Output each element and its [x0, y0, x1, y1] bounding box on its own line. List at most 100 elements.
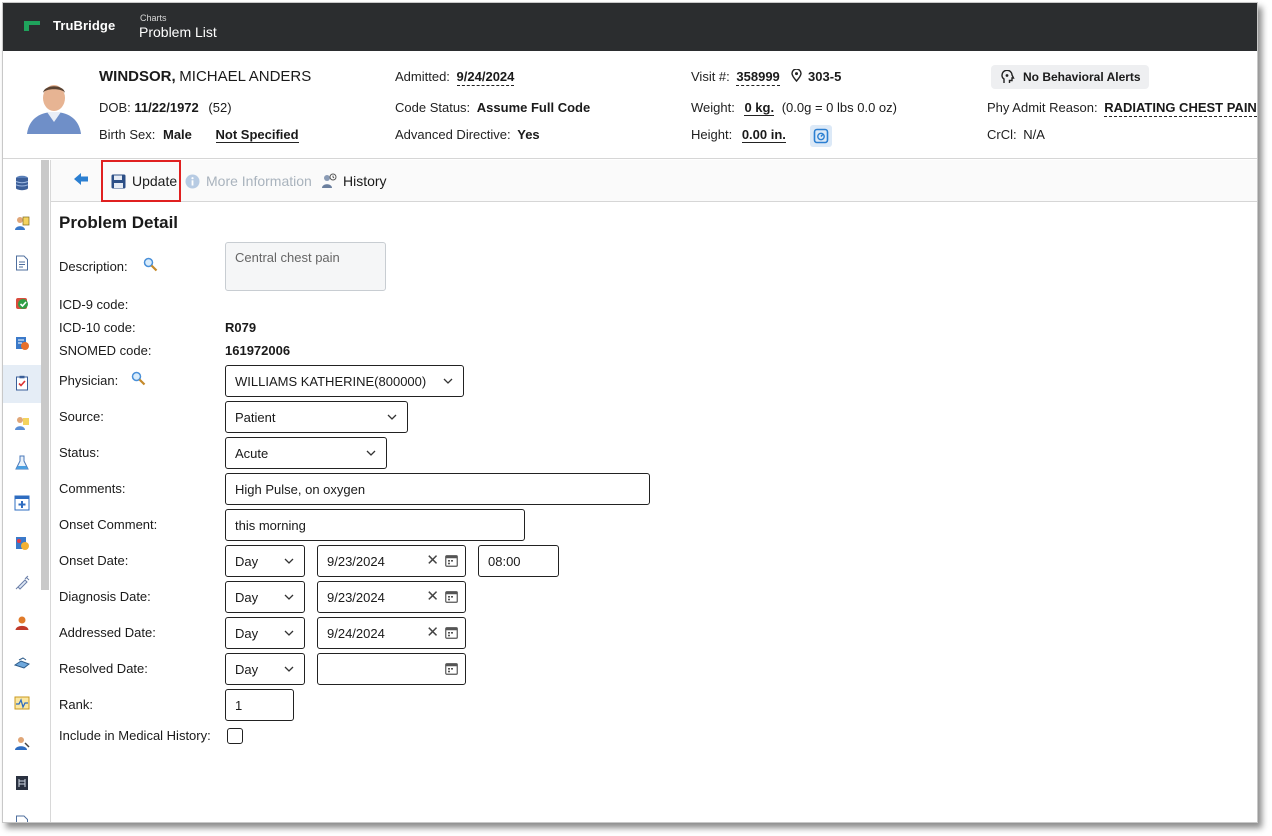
- source-select[interactable]: Patient: [225, 401, 408, 433]
- onset-date-label: Onset Date:: [59, 553, 129, 568]
- source-label: Source:: [59, 409, 104, 424]
- description-search-icon[interactable]: [143, 257, 158, 272]
- flask-icon: [15, 455, 29, 474]
- code-status-value: Assume Full Code: [476, 100, 591, 115]
- patient-person-icon: [14, 615, 30, 634]
- sidebar-item-database[interactable]: [3, 165, 41, 203]
- sidebar-item-documents[interactable]: [3, 245, 41, 283]
- sidebar-item-medications[interactable]: [3, 525, 41, 563]
- resolved-precision-select[interactable]: Day: [225, 653, 305, 685]
- admit-reason-label: Phy Admit Reason:: [987, 100, 1098, 115]
- room-value: 303-5: [808, 69, 842, 84]
- onset-comment-input[interactable]: this morning: [225, 509, 525, 541]
- clear-date-icon[interactable]: ✕: [426, 625, 439, 641]
- patient-last-name: WINDSOR,: [99, 68, 176, 85]
- gender-identity-link[interactable]: Not Specified: [215, 127, 299, 143]
- sidebar-item-verified[interactable]: [3, 285, 41, 323]
- sidebar-item-more[interactable]: [3, 805, 41, 822]
- dob-field: DOB: 11/22/1972 (52): [99, 100, 232, 115]
- clipboard-check-icon: [15, 375, 29, 394]
- breadcrumb-parent[interactable]: Charts: [140, 13, 167, 23]
- sidebar-item-providers[interactable]: [3, 205, 41, 243]
- chevron-down-icon: [366, 450, 376, 456]
- resolved-date-label: Resolved Date:: [59, 661, 148, 676]
- back-button[interactable]: [73, 172, 89, 186]
- addressed-date-label: Addressed Date:: [59, 625, 156, 640]
- visit-value[interactable]: 358999: [736, 69, 780, 86]
- admitted-field: Admitted: 9/24/2024: [395, 69, 515, 86]
- info-icon: [185, 174, 200, 189]
- dob-value: 11/22/1972: [134, 100, 199, 115]
- admit-reason-field: Phy Admit Reason: RADIATING CHEST PAIN: [987, 100, 1257, 117]
- weight-scale-button[interactable]: [810, 125, 832, 147]
- sidebar-item-problem-list[interactable]: [3, 365, 41, 403]
- weight-value[interactable]: 0 kg.: [744, 100, 775, 116]
- more-information-label: More Information: [206, 173, 312, 189]
- sidebar-scrollbar[interactable]: [41, 160, 49, 590]
- history-icon: [321, 173, 337, 189]
- brand-name: TruBridge: [53, 18, 116, 33]
- onset-time-input[interactable]: 08:00: [478, 545, 559, 577]
- onset-precision-select[interactable]: Day: [225, 545, 305, 577]
- patient-banner: WINDSOR, MICHAEL ANDERS DOB: 11/22/1972 …: [3, 51, 1257, 159]
- patient-name: WINDSOR, MICHAEL ANDERS: [99, 68, 311, 85]
- sidebar-item-injections[interactable]: [3, 565, 41, 603]
- visit-label: Visit #:: [691, 69, 730, 84]
- page-icon: [15, 815, 29, 822]
- app-window: TruBridge Charts Problem List WINDSOR, M…: [2, 2, 1258, 823]
- description-field[interactable]: Central chest pain: [225, 242, 386, 291]
- addressed-date-value: 9/24/2024: [327, 625, 385, 641]
- weight-detail: (0.0g = 0 lbs 0.0 oz): [781, 100, 897, 115]
- sidebar-item-vitals[interactable]: [3, 485, 41, 523]
- addressed-date-input[interactable]: 9/24/2024 ✕: [317, 617, 466, 649]
- clear-date-icon[interactable]: ✕: [426, 553, 439, 569]
- comments-input[interactable]: High Pulse, on oxygen: [225, 473, 650, 505]
- heart-monitor-icon: [14, 695, 30, 714]
- history-button[interactable]: History: [321, 160, 387, 202]
- calendar-icon[interactable]: [445, 554, 458, 567]
- calendar-icon[interactable]: [445, 590, 458, 603]
- sidebar-item-handoff[interactable]: [3, 645, 41, 683]
- update-button[interactable]: Update: [101, 160, 181, 202]
- addressed-precision-select[interactable]: Day: [225, 617, 305, 649]
- include-history-checkbox[interactable]: [227, 728, 243, 744]
- scale-icon: [813, 128, 829, 144]
- sidebar-item-lab[interactable]: [3, 445, 41, 483]
- physician-select[interactable]: WILLIAMS KATHERINE(800000): [225, 365, 464, 397]
- behavioral-alerts-badge[interactable]: No Behavioral Alerts: [991, 65, 1149, 89]
- sidebar-item-nurse[interactable]: [3, 725, 41, 763]
- status-label: Status:: [59, 445, 100, 460]
- age-value: (52): [208, 100, 232, 115]
- physician-search-icon[interactable]: [131, 371, 146, 386]
- sidebar-item-imaging[interactable]: [3, 765, 41, 803]
- document-icon: [15, 255, 29, 274]
- onset-date-input[interactable]: 9/23/2024 ✕: [317, 545, 466, 577]
- sidebar-item-monitor[interactable]: [3, 685, 41, 723]
- diagnosis-precision-value: Day: [235, 589, 259, 605]
- brand-logo[interactable]: TruBridge: [23, 18, 115, 33]
- rank-input[interactable]: 1: [225, 689, 294, 721]
- icd10-value: R079: [225, 320, 257, 335]
- status-select[interactable]: Acute: [225, 437, 387, 469]
- calendar-icon[interactable]: [445, 662, 458, 675]
- advanced-directive-label: Advanced Directive:: [395, 127, 511, 142]
- resolved-date-input[interactable]: [317, 653, 466, 685]
- admitted-value[interactable]: 9/24/2024: [456, 69, 515, 86]
- sidebar-item-orders[interactable]: [3, 325, 41, 363]
- calendar-icon[interactable]: [445, 626, 458, 639]
- diagnosis-precision-select[interactable]: Day: [225, 581, 305, 613]
- birth-sex-label: Birth Sex:: [99, 127, 156, 142]
- clear-date-icon[interactable]: ✕: [426, 589, 439, 605]
- rank-label: Rank:: [59, 697, 93, 712]
- onset-precision-value: Day: [235, 553, 259, 569]
- sidebar-item-patient[interactable]: [3, 605, 41, 643]
- more-information-button[interactable]: More Information: [185, 160, 312, 202]
- diagnosis-date-input[interactable]: 9/23/2024 ✕: [317, 581, 466, 613]
- page-title: Problem List: [139, 24, 217, 40]
- height-value[interactable]: 0.00 in.: [741, 127, 786, 143]
- sidebar-item-care-team[interactable]: [3, 405, 41, 443]
- care-team-icon: [14, 415, 30, 434]
- code-status-label: Code Status:: [395, 100, 471, 115]
- icd9-label: ICD-9 code:: [59, 297, 129, 312]
- admit-reason-value[interactable]: RADIATING CHEST PAIN: [1104, 100, 1257, 117]
